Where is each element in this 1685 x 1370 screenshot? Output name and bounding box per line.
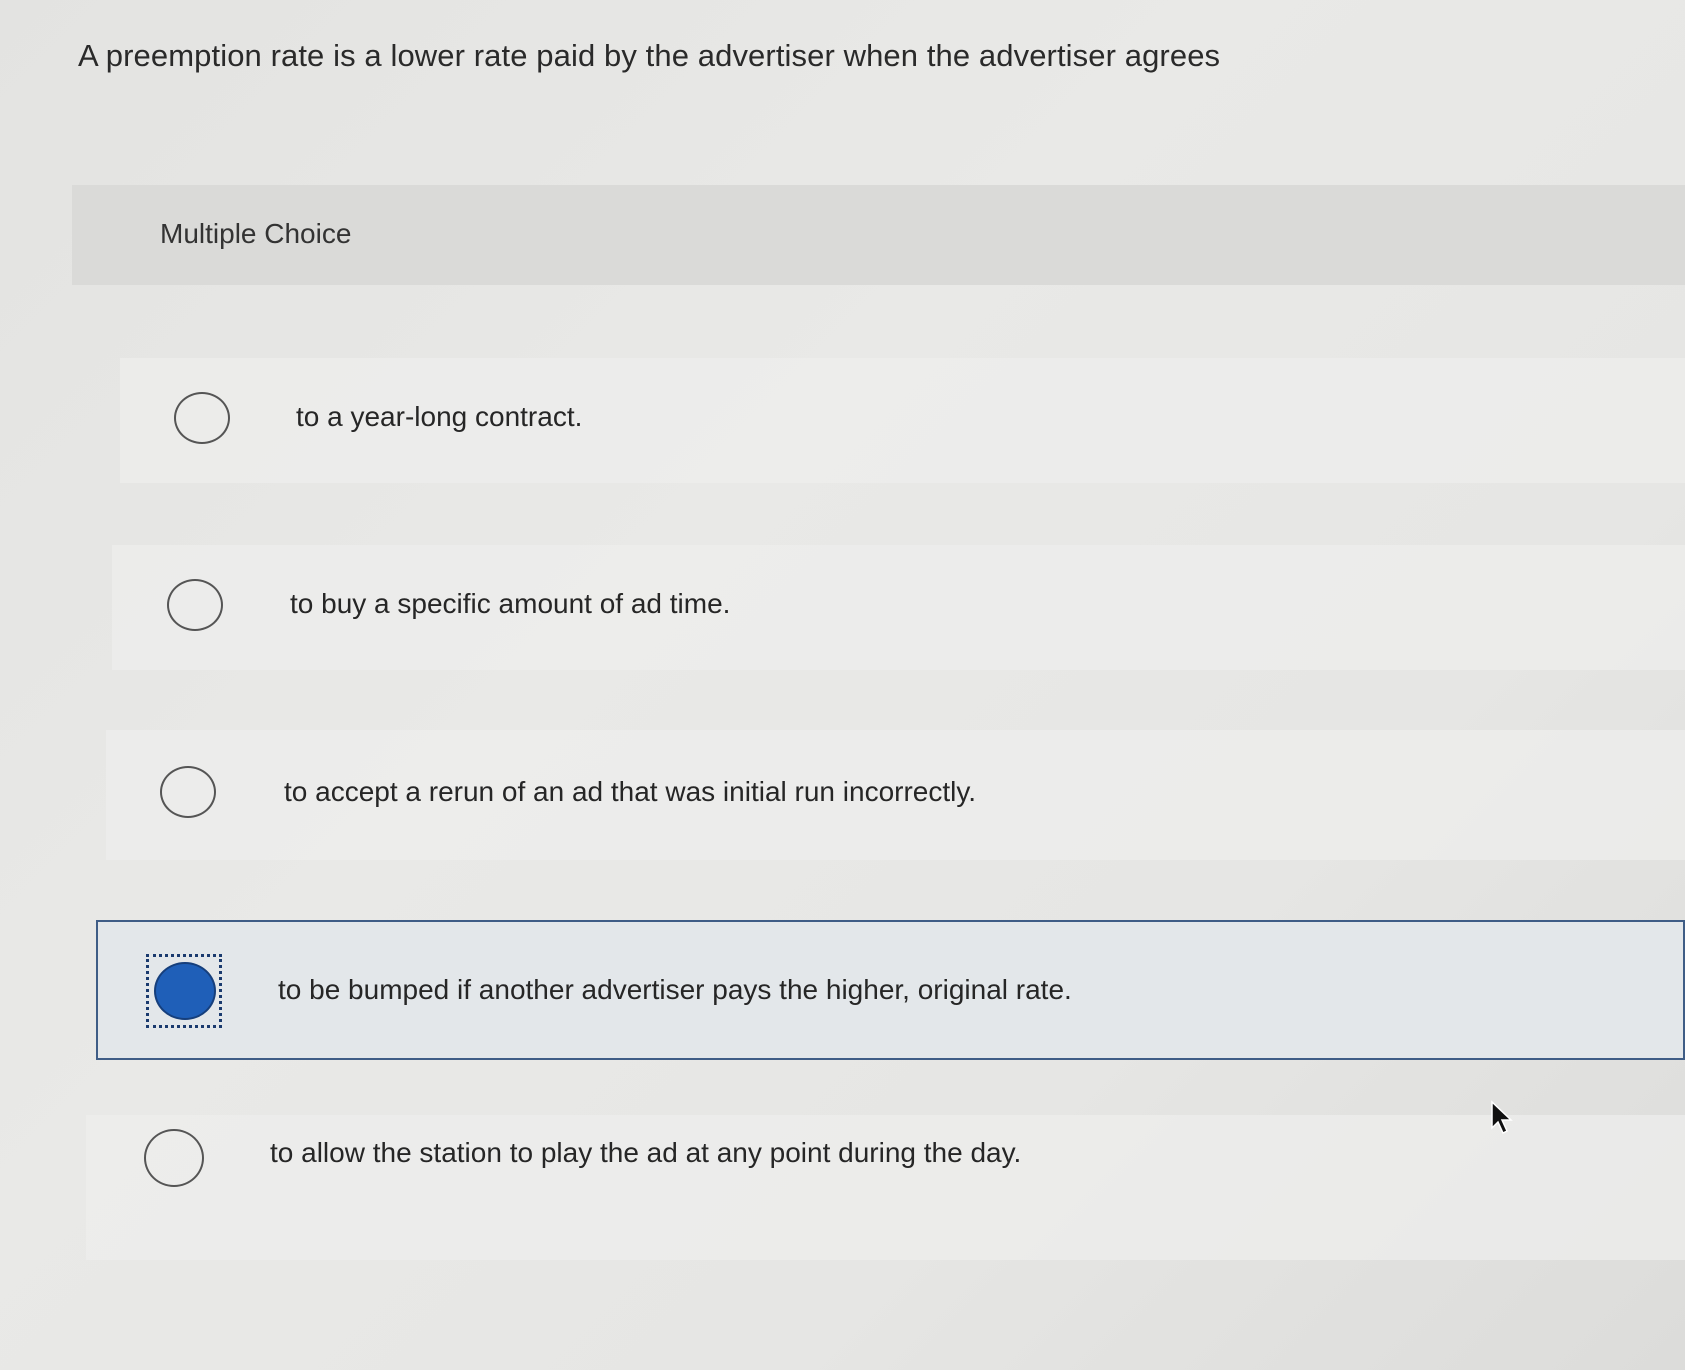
radio-button-3[interactable] <box>160 766 216 818</box>
radio-button-2[interactable] <box>167 579 223 631</box>
choice-label-3: to accept a rerun of an ad that was init… <box>284 776 977 807</box>
radio-button-1[interactable] <box>174 392 230 444</box>
question-text: A preemption rate is a lower rate paid b… <box>78 38 1221 73</box>
choice-label-2: to buy a specific amount of ad time. <box>290 588 731 619</box>
choice-option-4[interactable]: to be bumped if another advertiser pays … <box>96 920 1685 1060</box>
multiple-choice-label: Multiple Choice <box>160 218 352 249</box>
radio-button-4-selected[interactable] <box>154 962 216 1020</box>
choice-option-5[interactable]: to allow the station to play the ad at a… <box>86 1115 1685 1260</box>
choice-option-1[interactable]: to a year-long contract. <box>120 358 1685 483</box>
choice-label-4: to be bumped if another advertiser pays … <box>278 974 1072 1005</box>
choice-label-5: to allow the station to play the ad at a… <box>270 1137 1022 1168</box>
radio-button-5[interactable] <box>144 1129 204 1187</box>
choice-option-2[interactable]: to buy a specific amount of ad time. <box>112 545 1685 670</box>
choice-label-1: to a year-long contract. <box>296 401 583 432</box>
mouse-pointer-icon <box>1491 1100 1513 1135</box>
choice-option-3[interactable]: to accept a rerun of an ad that was init… <box>106 730 1685 860</box>
